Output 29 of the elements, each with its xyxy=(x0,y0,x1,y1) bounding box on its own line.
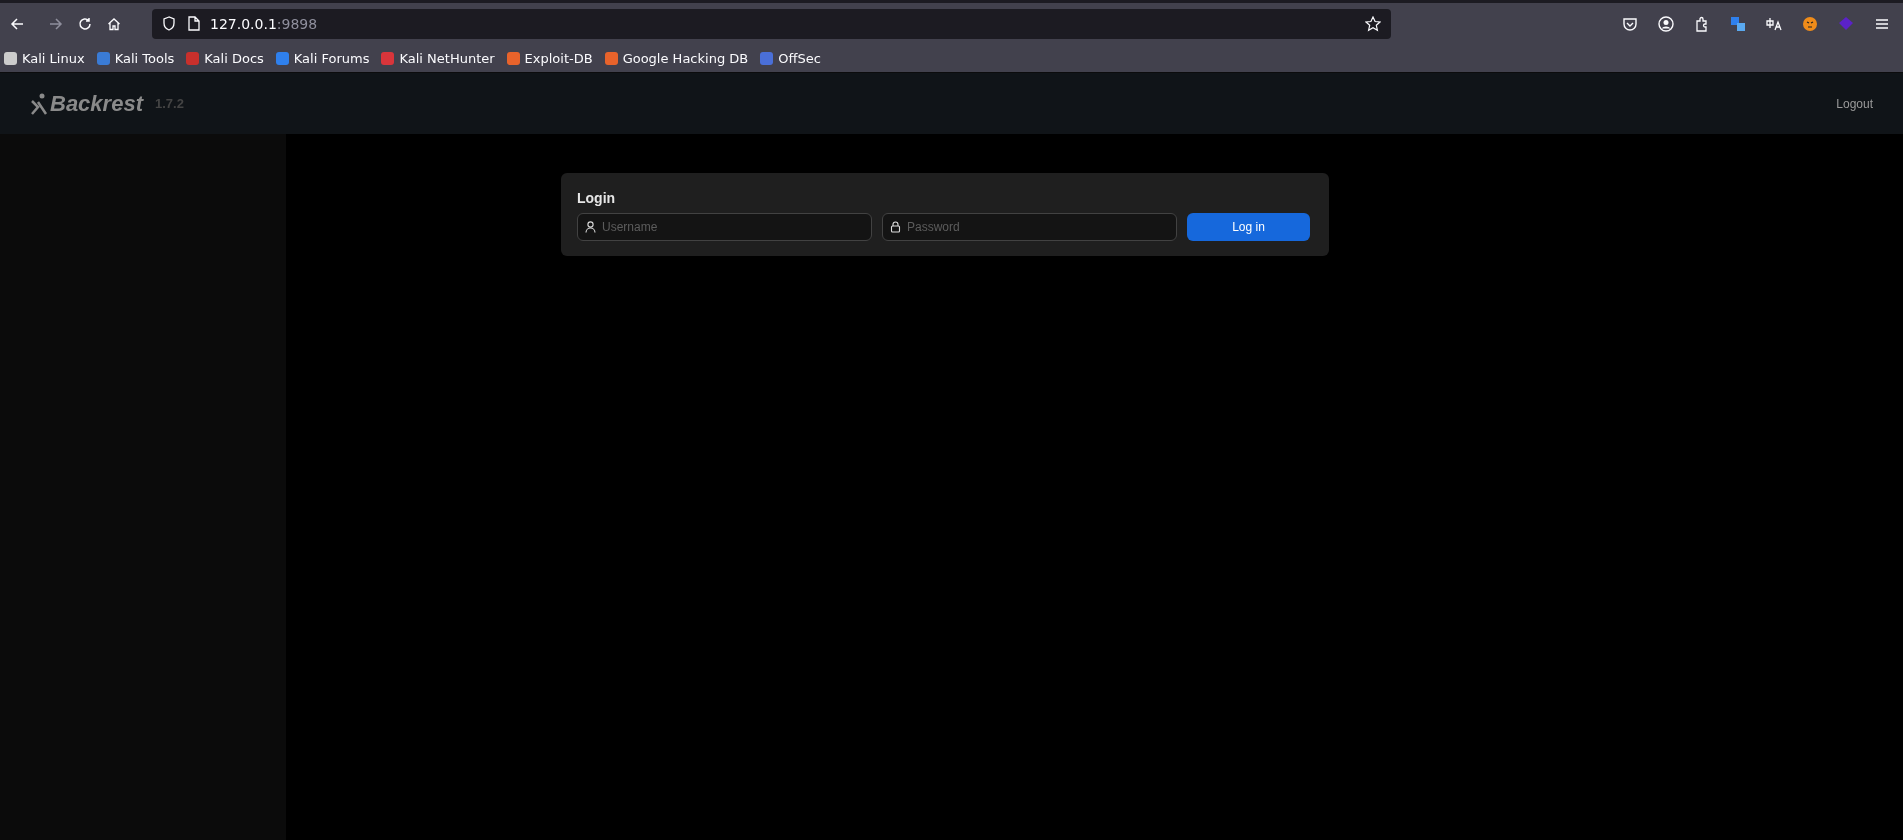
account-icon[interactable] xyxy=(1658,15,1674,32)
bookmark-link[interactable]: Kali Linux xyxy=(4,50,85,66)
url-port: :9898 xyxy=(276,15,318,32)
bookmark-link[interactable]: Kali Tools xyxy=(96,50,175,66)
back-icon[interactable] xyxy=(10,16,24,31)
bookmark-link[interactable]: Kali Forums xyxy=(275,50,370,66)
logout-link[interactable]: Logout xyxy=(1836,96,1873,111)
bookmark-link[interactable]: Exploit-DB xyxy=(506,50,593,66)
url-host: 127.0.0.1 xyxy=(210,15,277,32)
bookmark-link[interactable]: Kali NetHunter xyxy=(381,50,495,66)
address-bar[interactable]: 127.0.0.1:9898 xyxy=(152,8,1391,39)
shield-icon xyxy=(162,16,176,31)
forward-icon[interactable] xyxy=(49,16,63,31)
bookmark-link[interactable]: OffSec xyxy=(760,50,821,66)
app-logo: Backrest xyxy=(50,90,143,117)
login-title: Login xyxy=(577,190,617,206)
home-icon[interactable] xyxy=(107,16,121,31)
extensions-icon[interactable] xyxy=(1694,15,1710,32)
language-icon[interactable] xyxy=(1766,15,1782,32)
pocket-icon[interactable] xyxy=(1622,15,1638,32)
username-field[interactable]: Username xyxy=(577,213,872,241)
bookmark-link[interactable]: Kali Docs xyxy=(186,50,264,66)
login-button[interactable]: Log in xyxy=(1187,213,1310,241)
reload-icon[interactable] xyxy=(78,16,92,31)
page-icon xyxy=(188,16,200,31)
runner-logo-icon xyxy=(30,92,48,115)
star-icon[interactable] xyxy=(1365,15,1381,32)
password-field[interactable]: Password xyxy=(882,213,1177,241)
bookmark-link[interactable]: Google Hacking DB xyxy=(604,50,749,66)
